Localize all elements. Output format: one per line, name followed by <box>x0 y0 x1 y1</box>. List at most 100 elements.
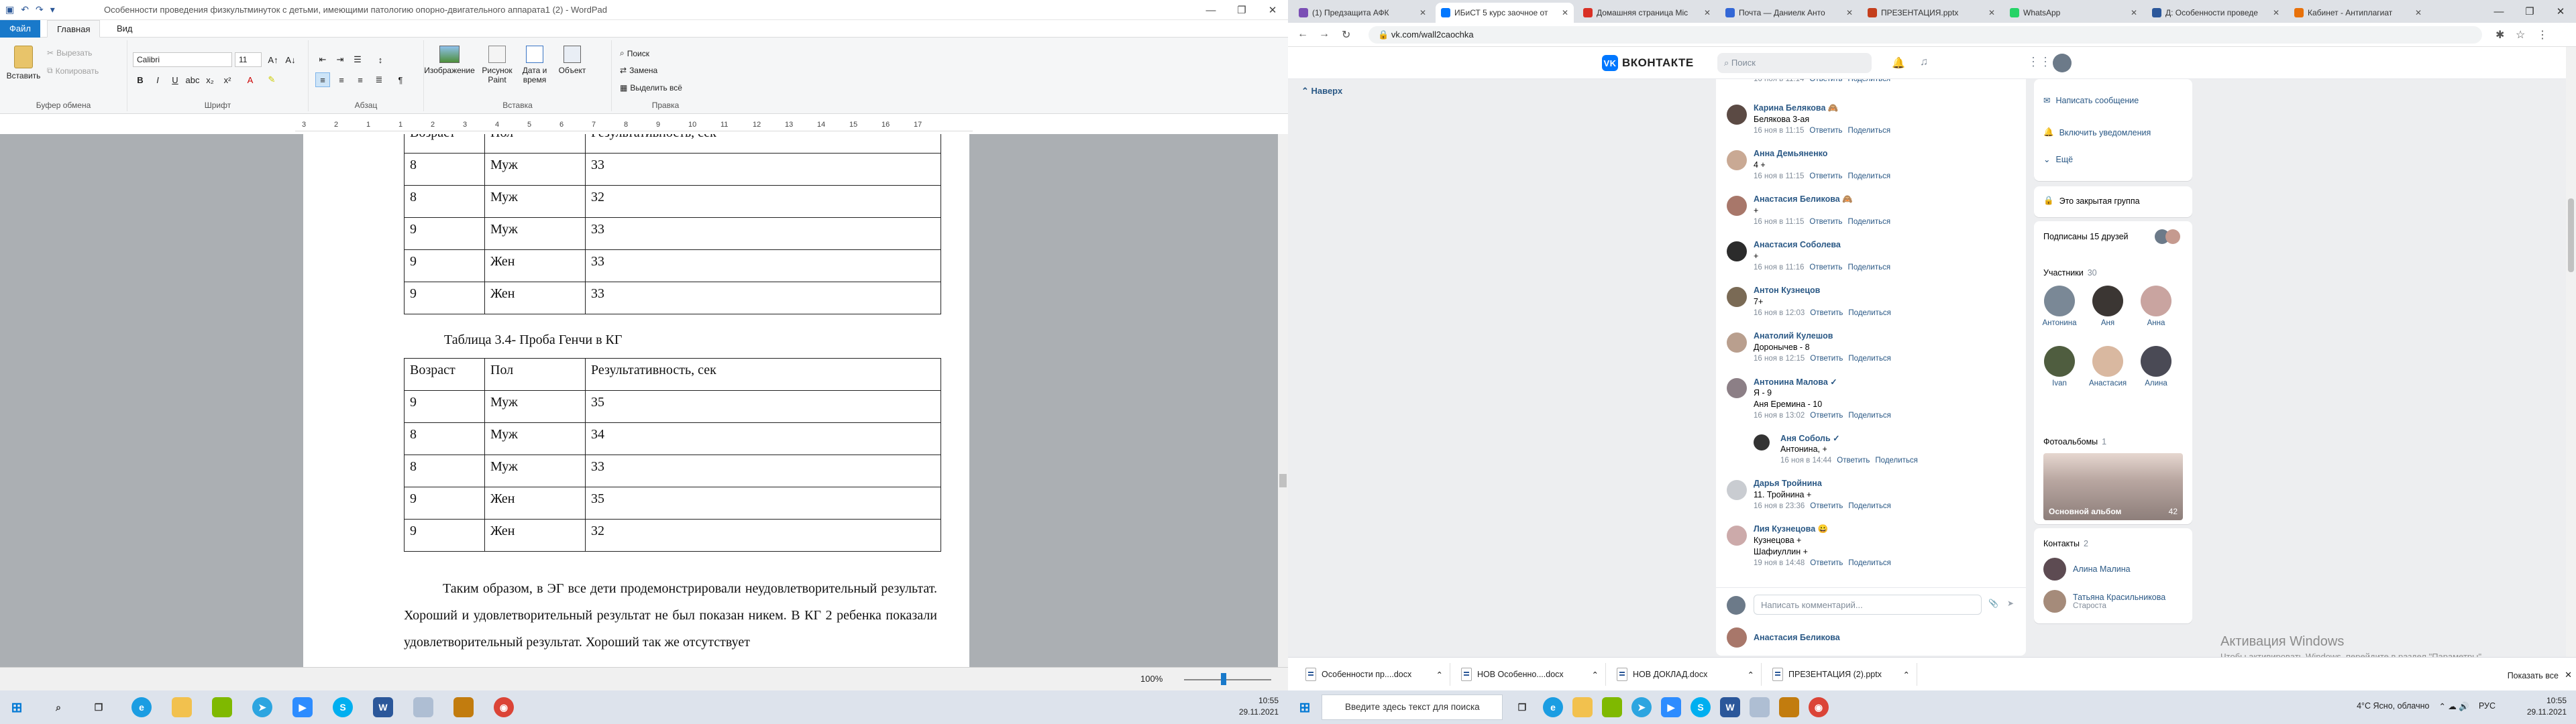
close-icon[interactable]: ✕ <box>1257 0 1288 20</box>
comment-date[interactable]: 16 ноя в 13:02 <box>1754 412 1805 420</box>
file-explorer-icon[interactable] <box>172 697 192 717</box>
tab-file[interactable]: Файл <box>0 20 40 38</box>
chevron-up-icon[interactable]: ⌃ <box>1903 670 1910 680</box>
italic-icon[interactable]: I <box>150 72 165 87</box>
share-link[interactable]: Поделиться <box>1848 127 1891 135</box>
share-link[interactable]: Поделиться <box>1848 355 1891 363</box>
extensions-icon[interactable]: ✱ <box>2496 28 2504 42</box>
comment-date[interactable]: 16 ноя в 12:15 <box>1754 355 1805 363</box>
telegram-icon[interactable]: ➤ <box>1631 697 1652 717</box>
back-icon[interactable]: ← <box>1297 28 1308 40</box>
enable-notifications-link[interactable]: 🔔 Включить уведомления <box>2043 127 2151 137</box>
member[interactable]: Ivan <box>2041 346 2078 387</box>
weather-widget[interactable]: 4°C Ясно, облачно <box>2357 701 2429 712</box>
align-left-icon[interactable]: ≡ <box>315 72 330 87</box>
comment-author[interactable]: Антон Кузнецов <box>1754 286 1820 295</box>
insert-picture-button[interactable]: Изображение <box>424 46 475 75</box>
share-link[interactable]: Поделиться <box>1848 79 1891 83</box>
comment-author[interactable]: Дарья Тройнина <box>1754 479 1822 488</box>
browser-tab[interactable]: Почта — Даниелк Анто ✕ <box>1720 3 1858 23</box>
tab-view[interactable]: Вид <box>107 20 142 38</box>
taskbar-search-input[interactable]: Введите здесь текст для поиска <box>1322 695 1503 720</box>
music-icon[interactable]: ♫ <box>1920 56 1928 68</box>
forward-icon[interactable]: → <box>1319 28 1330 40</box>
telegram-icon[interactable]: ➤ <box>252 697 272 717</box>
word-icon[interactable]: W <box>373 697 393 717</box>
language-indicator[interactable]: РУС <box>2479 701 2496 712</box>
file-explorer-icon[interactable] <box>1572 697 1593 717</box>
contact-item[interactable]: Алина Малина <box>2043 558 2131 581</box>
tab-close-icon[interactable]: ✕ <box>2415 8 2422 17</box>
shrink-font-icon[interactable]: A↓ <box>283 52 298 67</box>
zoom-slider-thumb[interactable] <box>1221 673 1226 685</box>
grow-font-icon[interactable]: A↑ <box>266 52 280 67</box>
close-icon[interactable]: ✕ <box>2545 0 2576 23</box>
avatar[interactable] <box>1754 434 1770 450</box>
justify-icon[interactable]: ≣ <box>372 72 386 87</box>
clock[interactable]: 10:55 29.11.2021 <box>2527 695 2567 718</box>
vk-logo[interactable]: VK ВКОНТАКТЕ <box>1602 55 1694 71</box>
avatar[interactable] <box>1727 287 1747 307</box>
send-icon[interactable]: ➤ <box>2007 599 2014 608</box>
members-heading[interactable]: Участники 30 <box>2043 268 2097 278</box>
insert-datetime-button[interactable]: Дата и время <box>518 46 551 84</box>
avatar[interactable] <box>1727 480 1747 500</box>
archive-icon[interactable] <box>1779 697 1799 717</box>
increase-indent-icon[interactable]: ⇥ <box>333 52 347 67</box>
next-post-author[interactable]: Анастасия Беликова <box>1727 627 1840 648</box>
write-message-link[interactable]: ✉ Написать сообщение <box>2043 95 2139 106</box>
share-link[interactable]: Поделиться <box>1848 502 1891 510</box>
download-item[interactable]: Особенности пр....docx ⌃ <box>1299 663 1450 686</box>
chevron-up-icon[interactable]: ⌃ <box>1748 670 1754 680</box>
search-icon[interactable]: ⌕ <box>48 697 68 717</box>
reply-link[interactable]: Ответить <box>1809 172 1842 180</box>
comment-author[interactable]: Лия Кузнецова 😀 <box>1754 524 1828 534</box>
skype-icon[interactable]: S <box>333 697 353 717</box>
zoom-icon[interactable]: ▶ <box>1661 697 1681 717</box>
comment-date[interactable]: 16 ноя в 23:36 <box>1754 502 1805 510</box>
tab-close-icon[interactable]: ✕ <box>1988 8 1995 17</box>
albums-heading[interactable]: Фотоальбомы 1 <box>2043 437 2106 446</box>
share-link[interactable]: Поделиться <box>1875 457 1918 465</box>
reload-icon[interactable]: ↻ <box>1342 28 1350 42</box>
customize-icon[interactable]: ▾ <box>50 4 55 15</box>
clock[interactable]: 10:55 29.11.2021 <box>1239 695 1279 718</box>
zoom-icon[interactable]: ▶ <box>292 697 313 717</box>
album-thumbnail[interactable]: Основной альбом 42 <box>2043 453 2183 520</box>
reply-link[interactable]: Ответить <box>1810 502 1843 510</box>
copy-button[interactable]: ⧉ Копировать <box>47 66 99 76</box>
archive-icon[interactable] <box>453 697 474 717</box>
chrome-icon[interactable]: ◉ <box>1809 697 1829 717</box>
document-page[interactable]: ВозрастПолРезультативность, сек8Муж338Му… <box>303 134 969 667</box>
comment-date[interactable]: 16 ноя в 11:14 <box>1754 79 1804 83</box>
wordpad-icon[interactable] <box>1750 697 1770 717</box>
close-icon[interactable]: ✕ <box>2565 670 2572 680</box>
avatar[interactable] <box>1727 333 1747 353</box>
app-icon[interactable] <box>212 697 232 717</box>
browser-tab[interactable]: Домашняя страница Mic ✕ <box>1578 3 1716 23</box>
tab-home[interactable]: Главная <box>47 20 101 38</box>
browser-tab[interactable]: (1) Предзащита АФК ✕ <box>1293 3 1432 23</box>
page-scrollbar[interactable] <box>2566 47 2576 657</box>
zoom-slider[interactable] <box>1184 679 1271 680</box>
reply-link[interactable]: Ответить <box>1809 79 1842 83</box>
browser-tab[interactable]: ИБиСТ 5 курс заочное от ✕ <box>1436 3 1574 23</box>
avatar[interactable] <box>1727 150 1747 170</box>
attach-icon[interactable]: 📎 <box>1988 599 1998 608</box>
share-link[interactable]: Поделиться <box>1848 309 1891 317</box>
chrome-icon[interactable]: ◉ <box>494 697 514 717</box>
line-spacing-icon[interactable]: ↕ <box>373 52 388 67</box>
app-icon[interactable] <box>1602 697 1622 717</box>
avatar[interactable] <box>1727 526 1747 546</box>
tab-close-icon[interactable]: ✕ <box>1562 8 1568 17</box>
tab-close-icon[interactable]: ✕ <box>1846 8 1853 17</box>
comment-author[interactable]: Карина Белякова 🙈 <box>1754 103 1838 113</box>
select-all-button[interactable]: ▦ Выделить всё <box>620 83 682 93</box>
share-link[interactable]: Поделиться <box>1848 263 1891 272</box>
browser-tab[interactable]: Кабинет - Антиплагиат ✕ <box>2289 3 2427 23</box>
skype-icon[interactable]: S <box>1690 697 1711 717</box>
browser-tab[interactable]: ПРЕЗЕНТАЦИЯ.pptx ✕ <box>1862 3 2000 23</box>
comment-date[interactable]: 16 ноя в 11:16 <box>1754 263 1804 272</box>
tab-close-icon[interactable]: ✕ <box>1704 8 1711 17</box>
task-view-icon[interactable]: ❐ <box>1512 697 1532 717</box>
